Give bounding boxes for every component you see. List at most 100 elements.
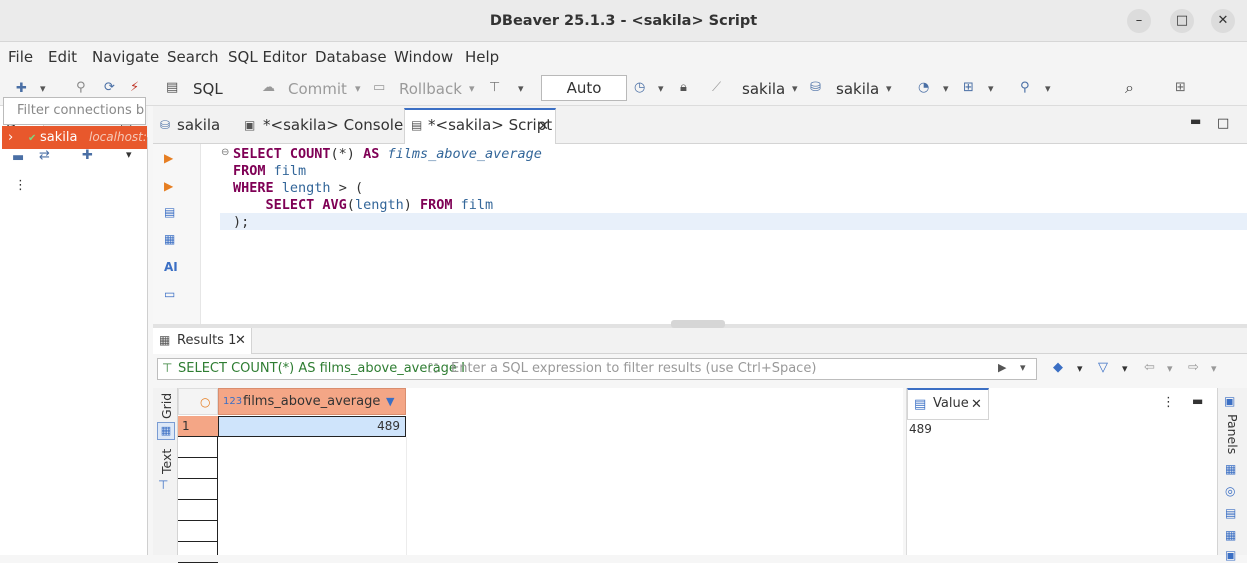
grid-view-tab[interactable]: Grid bbox=[159, 393, 174, 419]
filter-icon[interactable]: ▽ bbox=[1098, 360, 1108, 375]
value-tab-label[interactable]: Value bbox=[933, 396, 969, 411]
menu-database[interactable]: Database bbox=[315, 48, 387, 66]
panels-icon[interactable]: ▣ bbox=[1224, 394, 1235, 408]
find-icon[interactable]: ⚲ bbox=[1020, 80, 1030, 95]
chevron-down-icon[interactable]: ▾ bbox=[1020, 361, 1026, 374]
eraser-icon[interactable]: ◆ bbox=[1053, 360, 1063, 375]
chevron-down-icon[interactable]: ▾ bbox=[1167, 362, 1173, 375]
value-panel: ▤ Value ✕ ⋮ ▬ 489 bbox=[906, 388, 1217, 555]
forward-icon[interactable]: ⇨ bbox=[1188, 360, 1199, 375]
commit-button[interactable]: Commit bbox=[288, 80, 347, 98]
filter-input[interactable]: Enter a SQL expression to filter results… bbox=[451, 361, 816, 376]
search-icon[interactable]: ⌕ bbox=[1125, 78, 1134, 98]
chevron-down-icon[interactable]: ▾ bbox=[518, 82, 524, 95]
chevron-down-icon[interactable]: ▾ bbox=[469, 82, 475, 95]
text-icon[interactable]: ⊤ bbox=[158, 478, 168, 492]
chart-icon[interactable]: ▤ bbox=[1225, 506, 1236, 520]
chevron-down-icon[interactable]: ▾ bbox=[943, 82, 949, 95]
fold-icon[interactable]: ⊖ bbox=[221, 147, 229, 158]
chevron-down-icon[interactable]: ▾ bbox=[1122, 362, 1128, 375]
view-menu-icon[interactable]: ⋮ bbox=[1162, 395, 1175, 410]
connect-icon[interactable]: ⚲ bbox=[76, 80, 86, 95]
erd-icon[interactable]: ⊞ bbox=[963, 80, 974, 95]
panels-label[interactable]: Panels bbox=[1225, 414, 1240, 454]
execute-statement-icon[interactable]: ▶ bbox=[164, 151, 173, 165]
tools-icon[interactable]: ▣ bbox=[1225, 548, 1236, 562]
splitter-handle[interactable] bbox=[671, 320, 725, 328]
close-icon[interactable]: ✕ bbox=[538, 119, 549, 134]
collapse-all-icon[interactable]: ▬ bbox=[12, 150, 24, 165]
menu-help[interactable]: Help bbox=[465, 48, 499, 66]
new-connection-icon[interactable]: ✚ bbox=[16, 81, 27, 96]
close-icon[interactable]: ✕ bbox=[235, 333, 246, 348]
close-icon[interactable]: ✕ bbox=[971, 397, 982, 412]
refresh-icon[interactable]: ◎ bbox=[1225, 484, 1235, 498]
grid-icon[interactable]: ▦ bbox=[157, 422, 175, 440]
row-number[interactable]: 1 bbox=[178, 416, 218, 437]
sort-icon[interactable]: ▼ bbox=[386, 389, 394, 414]
tab-console[interactable]: *<sakila> Console bbox=[263, 116, 403, 134]
sql-editor-icon[interactable]: ▤ bbox=[166, 80, 178, 95]
menu-search[interactable]: Search bbox=[167, 48, 219, 66]
chevron-down-icon[interactable]: ▾ bbox=[886, 82, 892, 95]
maximize-icon[interactable]: □ bbox=[1217, 116, 1229, 131]
menu-file[interactable]: File bbox=[8, 48, 33, 66]
reconnect-icon[interactable]: ⟳ bbox=[104, 80, 115, 95]
value-content[interactable]: 489 bbox=[909, 422, 932, 436]
transaction-log-icon[interactable]: ◷ bbox=[634, 80, 645, 95]
tab-script[interactable]: *<sakila> Script bbox=[428, 116, 552, 134]
close-button[interactable]: ✕ bbox=[1211, 9, 1235, 33]
column-header-films-above-average[interactable]: 123 films_above_average ▼ bbox=[218, 388, 406, 415]
execute-in-new-tab-icon[interactable]: ▶ bbox=[164, 179, 173, 193]
table-icon[interactable]: ▦ bbox=[1225, 528, 1236, 542]
apply-filter-icon[interactable]: ▶ bbox=[998, 361, 1006, 374]
chevron-down-icon[interactable]: ▾ bbox=[658, 82, 664, 95]
disconnect-icon[interactable]: ⚡ bbox=[130, 80, 139, 95]
chevron-down-icon[interactable]: ▾ bbox=[1077, 362, 1083, 375]
view-menu-icon[interactable]: ⋮ bbox=[14, 178, 27, 193]
maximize-button[interactable]: □ bbox=[1170, 9, 1194, 33]
chevron-down-icon[interactable]: ▾ bbox=[988, 82, 994, 95]
result-cell[interactable]: 489 bbox=[218, 416, 406, 437]
explain-plan-icon[interactable]: ▦ bbox=[164, 232, 175, 246]
menu-window[interactable]: Window bbox=[394, 48, 453, 66]
minimize-icon[interactable]: ▬ bbox=[1192, 394, 1203, 408]
connection-filter-input[interactable]: Filter connections b... bbox=[3, 97, 146, 125]
terminal-icon[interactable]: ▭ bbox=[164, 287, 175, 301]
connection-item-sakila[interactable]: › ✔ sakila localhost:... bbox=[2, 126, 147, 149]
dashboard-icon[interactable]: ◔ bbox=[918, 80, 929, 95]
expand-arrow-icon[interactable]: › bbox=[8, 126, 13, 149]
rollback-button[interactable]: Rollback bbox=[399, 80, 462, 98]
chevron-down-icon[interactable]: ▾ bbox=[1211, 362, 1217, 375]
new-connection-icon[interactable]: ✚ bbox=[82, 148, 93, 163]
chevron-down-icon[interactable]: ▾ bbox=[355, 82, 361, 95]
chevron-down-icon[interactable]: ▾ bbox=[40, 82, 46, 95]
lock-icon[interactable]: 🔒︎ bbox=[680, 80, 687, 95]
tab-results-label[interactable]: Results 1 bbox=[177, 333, 236, 348]
schema-selector[interactable]: sakila bbox=[836, 80, 879, 98]
tab-sakila[interactable]: sakila bbox=[177, 116, 220, 134]
ai-assistant-icon[interactable]: AI bbox=[164, 260, 178, 274]
auto-commit-mode[interactable]: Auto bbox=[541, 75, 627, 101]
chevron-down-icon[interactable]: ▾ bbox=[1045, 82, 1051, 95]
transaction-mode-icon[interactable]: ⊤ bbox=[489, 80, 500, 95]
menu-sql-editor[interactable]: SQL Editor bbox=[228, 48, 307, 66]
layout-icon[interactable]: ▦ bbox=[1225, 462, 1236, 476]
back-icon[interactable]: ⇦ bbox=[1144, 360, 1155, 375]
pending-transactions-icon[interactable]: ⟋ bbox=[712, 80, 721, 95]
text-view-tab[interactable]: Text bbox=[159, 449, 174, 474]
datasource-selector[interactable]: sakila bbox=[742, 80, 785, 98]
menu-navigate[interactable]: Navigate bbox=[92, 48, 159, 66]
sql-button[interactable]: SQL bbox=[193, 80, 223, 98]
chevron-down-icon[interactable]: ▾ bbox=[792, 82, 798, 95]
sql-editor[interactable] bbox=[153, 144, 1247, 324]
link-editor-icon[interactable]: ⇄ bbox=[39, 148, 50, 163]
sql-line-1: SELECT COUNT(*) AS films_above_average bbox=[233, 146, 542, 162]
execute-script-icon[interactable]: ▤ bbox=[164, 205, 175, 219]
minimize-icon[interactable]: ▬ bbox=[1190, 114, 1201, 128]
sql-line-3: WHERE length > ( bbox=[233, 180, 364, 196]
minimize-button[interactable]: – bbox=[1127, 9, 1151, 33]
chevron-down-icon[interactable]: ▾ bbox=[126, 148, 132, 161]
perspective-icon[interactable]: ⊞ bbox=[1175, 80, 1186, 95]
menu-edit[interactable]: Edit bbox=[48, 48, 77, 66]
